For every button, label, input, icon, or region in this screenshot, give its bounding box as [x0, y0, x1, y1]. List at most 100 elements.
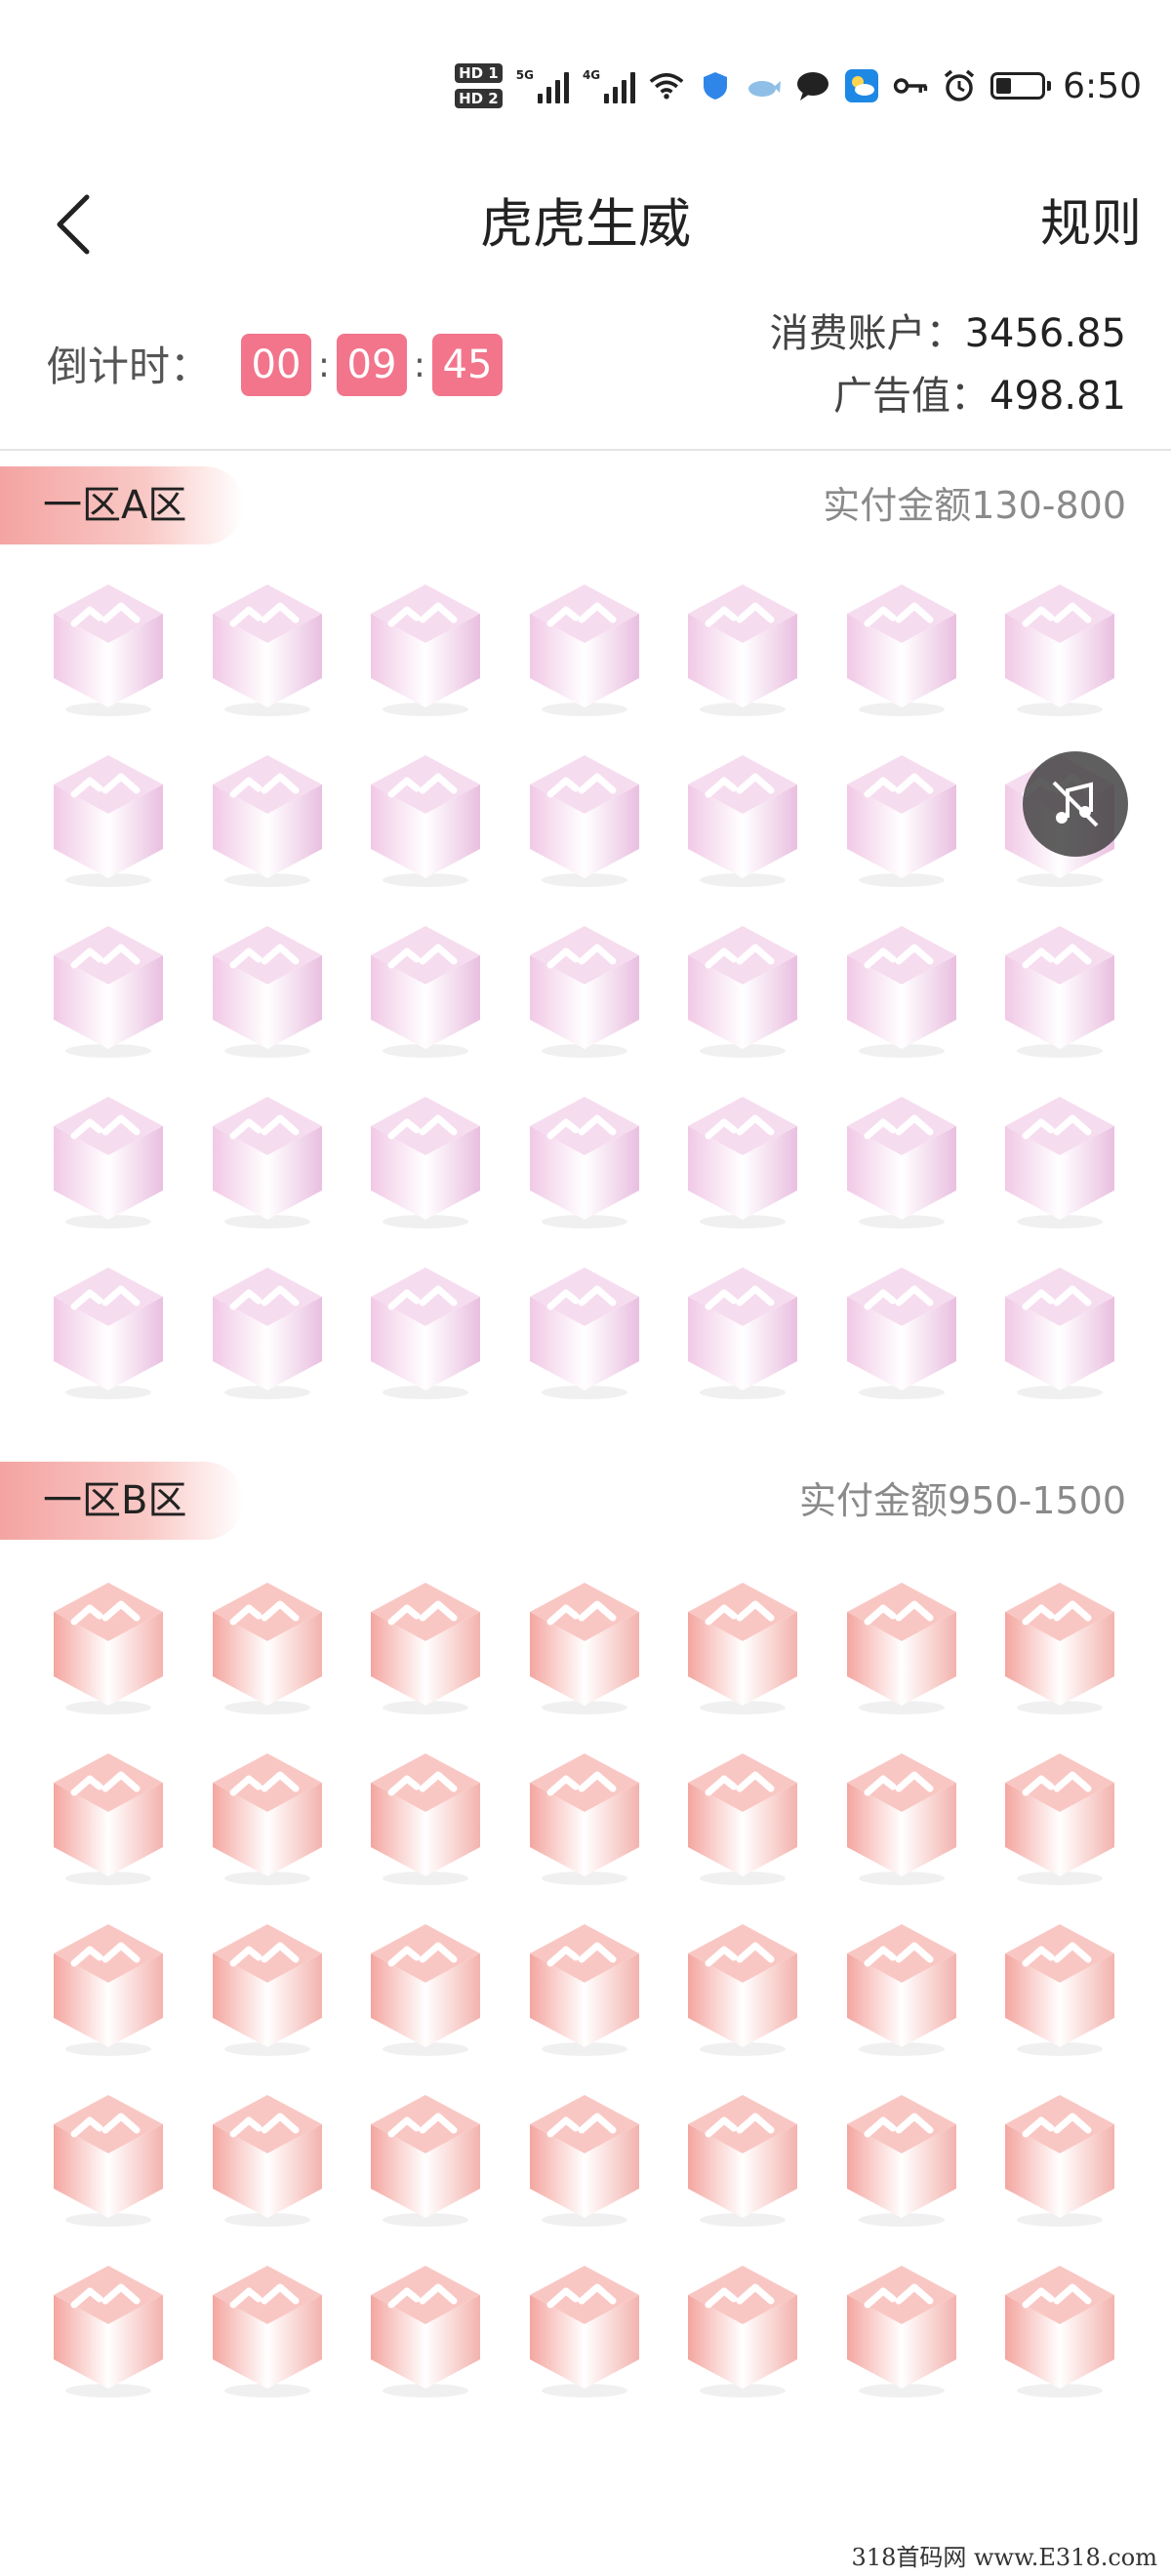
rules-button[interactable]: 规则: [1040, 166, 1142, 283]
mystery-box[interactable]: [208, 1264, 327, 1400]
mystery-box[interactable]: [49, 1579, 168, 1715]
mystery-box[interactable]: [1000, 1579, 1119, 1715]
mystery-box[interactable]: [525, 581, 644, 717]
mystery-box[interactable]: [1000, 1264, 1119, 1400]
mystery-box[interactable]: [525, 1920, 644, 2057]
hd-badges: HD 1 HD 2: [455, 63, 503, 108]
mystery-box[interactable]: [49, 1920, 168, 2057]
mystery-box[interactable]: [208, 1920, 327, 2057]
mystery-box[interactable]: [525, 1093, 644, 1229]
page-title: 虎虎生威: [480, 193, 691, 255]
mystery-box[interactable]: [683, 2262, 802, 2398]
back-button[interactable]: [44, 181, 102, 268]
box-icon: [846, 1924, 956, 2056]
mystery-box[interactable]: [842, 1264, 961, 1400]
mystery-box[interactable]: [683, 1579, 802, 1715]
mystery-box[interactable]: [525, 2091, 644, 2228]
box-icon: [688, 2266, 797, 2397]
status-time: 6:50: [1063, 65, 1142, 106]
box-icon: [212, 926, 322, 1058]
mystery-box[interactable]: [683, 2091, 802, 2228]
mystery-box[interactable]: [366, 1264, 485, 1400]
mystery-box[interactable]: [683, 922, 802, 1059]
box-icon: [529, 1097, 639, 1228]
mystery-box[interactable]: [842, 1579, 961, 1715]
mystery-box[interactable]: [208, 2091, 327, 2228]
music-toggle-button[interactable]: [1023, 751, 1128, 857]
mystery-box[interactable]: [49, 1750, 168, 1886]
box-icon: [529, 1268, 639, 1399]
mystery-box[interactable]: [1000, 2091, 1119, 2228]
status-bar: HD 1 HD 2 5G 4G 6:50: [0, 0, 1171, 166]
mystery-box[interactable]: [683, 1264, 802, 1400]
box-icon: [1005, 2266, 1114, 2397]
mystery-box[interactable]: [49, 2091, 168, 2228]
mystery-box[interactable]: [842, 1093, 961, 1229]
watermark: 318首码网 www.E318.com: [851, 2544, 1157, 2571]
box-icon: [54, 2095, 163, 2227]
box-icon: [846, 1097, 956, 1228]
mystery-box[interactable]: [208, 2262, 327, 2398]
mystery-box[interactable]: [208, 1093, 327, 1229]
mystery-box[interactable]: [366, 751, 485, 888]
mystery-box[interactable]: [208, 1750, 327, 1886]
mystery-box[interactable]: [366, 1750, 485, 1886]
mystery-box[interactable]: [525, 2262, 644, 2398]
mystery-box[interactable]: [842, 751, 961, 888]
wifi-icon: [649, 68, 684, 103]
mystery-box[interactable]: [842, 581, 961, 717]
mystery-box[interactable]: [842, 922, 961, 1059]
mystery-box[interactable]: [49, 922, 168, 1059]
mystery-box[interactable]: [1000, 581, 1119, 717]
box-icon: [371, 2095, 480, 2227]
mystery-box[interactable]: [366, 581, 485, 717]
mystery-box[interactable]: [366, 2262, 485, 2398]
mystery-box[interactable]: [366, 922, 485, 1059]
mystery-box[interactable]: [683, 1093, 802, 1229]
mystery-box[interactable]: [842, 2091, 961, 2228]
mystery-box[interactable]: [1000, 1920, 1119, 2057]
box-icon: [212, 1924, 322, 2056]
mystery-box[interactable]: [49, 581, 168, 717]
mystery-box[interactable]: [683, 751, 802, 888]
mystery-box[interactable]: [366, 1093, 485, 1229]
mystery-box[interactable]: [49, 1093, 168, 1229]
countdown-minutes: 09: [337, 334, 407, 396]
mystery-box[interactable]: [525, 1264, 644, 1400]
hd1-badge: HD 1: [455, 63, 503, 83]
box-icon: [54, 1097, 163, 1228]
mystery-box[interactable]: [525, 922, 644, 1059]
box-icon: [529, 926, 639, 1058]
zone-a-header: 一区A区 实付金额130-800: [0, 466, 1171, 544]
mystery-box[interactable]: [366, 2091, 485, 2228]
box-icon: [371, 1753, 480, 1885]
mystery-box[interactable]: [842, 1750, 961, 1886]
mystery-box[interactable]: [208, 922, 327, 1059]
mystery-box[interactable]: [49, 751, 168, 888]
box-icon: [846, 1583, 956, 1714]
mystery-box[interactable]: [842, 1920, 961, 2057]
mystery-box[interactable]: [525, 751, 644, 888]
mystery-box[interactable]: [1000, 2262, 1119, 2398]
mystery-box[interactable]: [842, 2262, 961, 2398]
mystery-box[interactable]: [366, 1920, 485, 2057]
box-icon: [1005, 926, 1114, 1058]
box-icon: [529, 2266, 639, 2397]
mystery-box[interactable]: [49, 2262, 168, 2398]
mystery-box[interactable]: [49, 1264, 168, 1400]
mystery-box[interactable]: [208, 751, 327, 888]
mystery-box[interactable]: [1000, 922, 1119, 1059]
mystery-box[interactable]: [525, 1750, 644, 1886]
mystery-box[interactable]: [683, 1920, 802, 2057]
mystery-box[interactable]: [366, 1579, 485, 1715]
mystery-box[interactable]: [1000, 1750, 1119, 1886]
box-icon: [688, 1753, 797, 1885]
box-icon: [1005, 1924, 1114, 2056]
mystery-box[interactable]: [683, 581, 802, 717]
mystery-box[interactable]: [208, 1579, 327, 1715]
mystery-box[interactable]: [683, 1750, 802, 1886]
mystery-box[interactable]: [1000, 1093, 1119, 1229]
mystery-box[interactable]: [525, 1579, 644, 1715]
hd2-badge: HD 2: [455, 89, 503, 108]
mystery-box[interactable]: [208, 581, 327, 717]
